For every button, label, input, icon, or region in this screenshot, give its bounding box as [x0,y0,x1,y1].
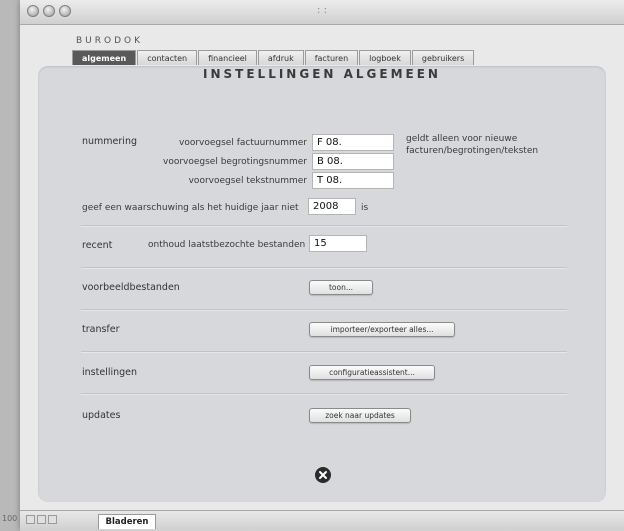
divider [81,393,567,395]
divider [81,309,567,311]
divider [81,267,567,269]
divider [81,351,567,353]
recent-files-label: onthoud laatstbezochte bestanden [148,240,306,250]
year-warning-field[interactable]: 2008 [308,198,356,215]
zoom-out-icon[interactable] [26,515,35,524]
tab-facturen[interactable]: facturen [304,50,359,65]
section-voorbeeldbestanden: voorbeeldbestanden [82,282,180,293]
tab-gebruikers[interactable]: gebruikers [411,50,475,65]
tab-contacten[interactable]: contacten [137,50,198,65]
factuur-prefix-field[interactable]: F 08. [312,134,394,151]
config-assistant-button[interactable]: configuratieassistent... [309,365,435,380]
section-instellingen: instellingen [82,367,138,378]
import-export-button[interactable]: importeer/exporteer alles... [309,322,455,337]
section-transfer: transfer [82,324,120,335]
zoom-in-icon[interactable] [37,515,46,524]
page-title: INSTELLINGEN ALGEMEEN [203,67,441,81]
recent-files-field[interactable]: 15 [309,235,367,252]
brand-logo: BURODOK [76,36,144,46]
settings-panel: INSTELLINGEN ALGEMEEN nummering voorvoeg… [38,66,606,502]
tab-bar: algemeen contacten financieel afdruk fac… [72,50,475,66]
tab-afdruk[interactable]: afdruk [257,50,304,65]
zoom-level[interactable]: 100 [2,514,17,523]
window-title: : : [317,5,327,16]
show-examples-button[interactable]: toon... [309,280,373,295]
tab-logboek[interactable]: logboek [359,50,411,65]
section-recent: recent [82,240,113,251]
tekst-prefix-label: voorvoegsel tekstnummer [188,176,307,186]
tekst-prefix-field[interactable]: T 08. [312,172,394,189]
close-x-icon[interactable] [315,467,331,483]
factuur-prefix-label: voorvoegsel factuurnummer [179,138,307,148]
tab-algemeen[interactable]: algemeen [72,50,137,65]
nummering-note-line1: geldt alleen voor nieuwe [406,134,518,144]
divider [81,225,567,227]
nummering-note-line2: facturen/begrotingen/teksten [406,146,539,156]
section-nummering: nummering [82,136,137,147]
year-warning-suffix: is [361,203,369,213]
app-window: : : BURODOK algemeen contacten financiee… [2,0,624,531]
status-toggle-icon[interactable] [48,515,57,524]
begroting-prefix-label: voorvoegsel begrotingsnummer [163,157,307,167]
tab-financieel[interactable]: financieel [198,50,257,65]
status-bar: 100 Bladeren [2,510,624,531]
year-warning-label: geef een waarschuwing als het huidige ja… [82,203,299,213]
title-bar: : : [20,0,624,25]
mode-label[interactable]: Bladeren [98,514,156,529]
section-updates: updates [82,410,121,421]
begroting-prefix-field[interactable]: B 08. [312,153,394,170]
check-updates-button[interactable]: zoek naar updates [309,408,411,423]
